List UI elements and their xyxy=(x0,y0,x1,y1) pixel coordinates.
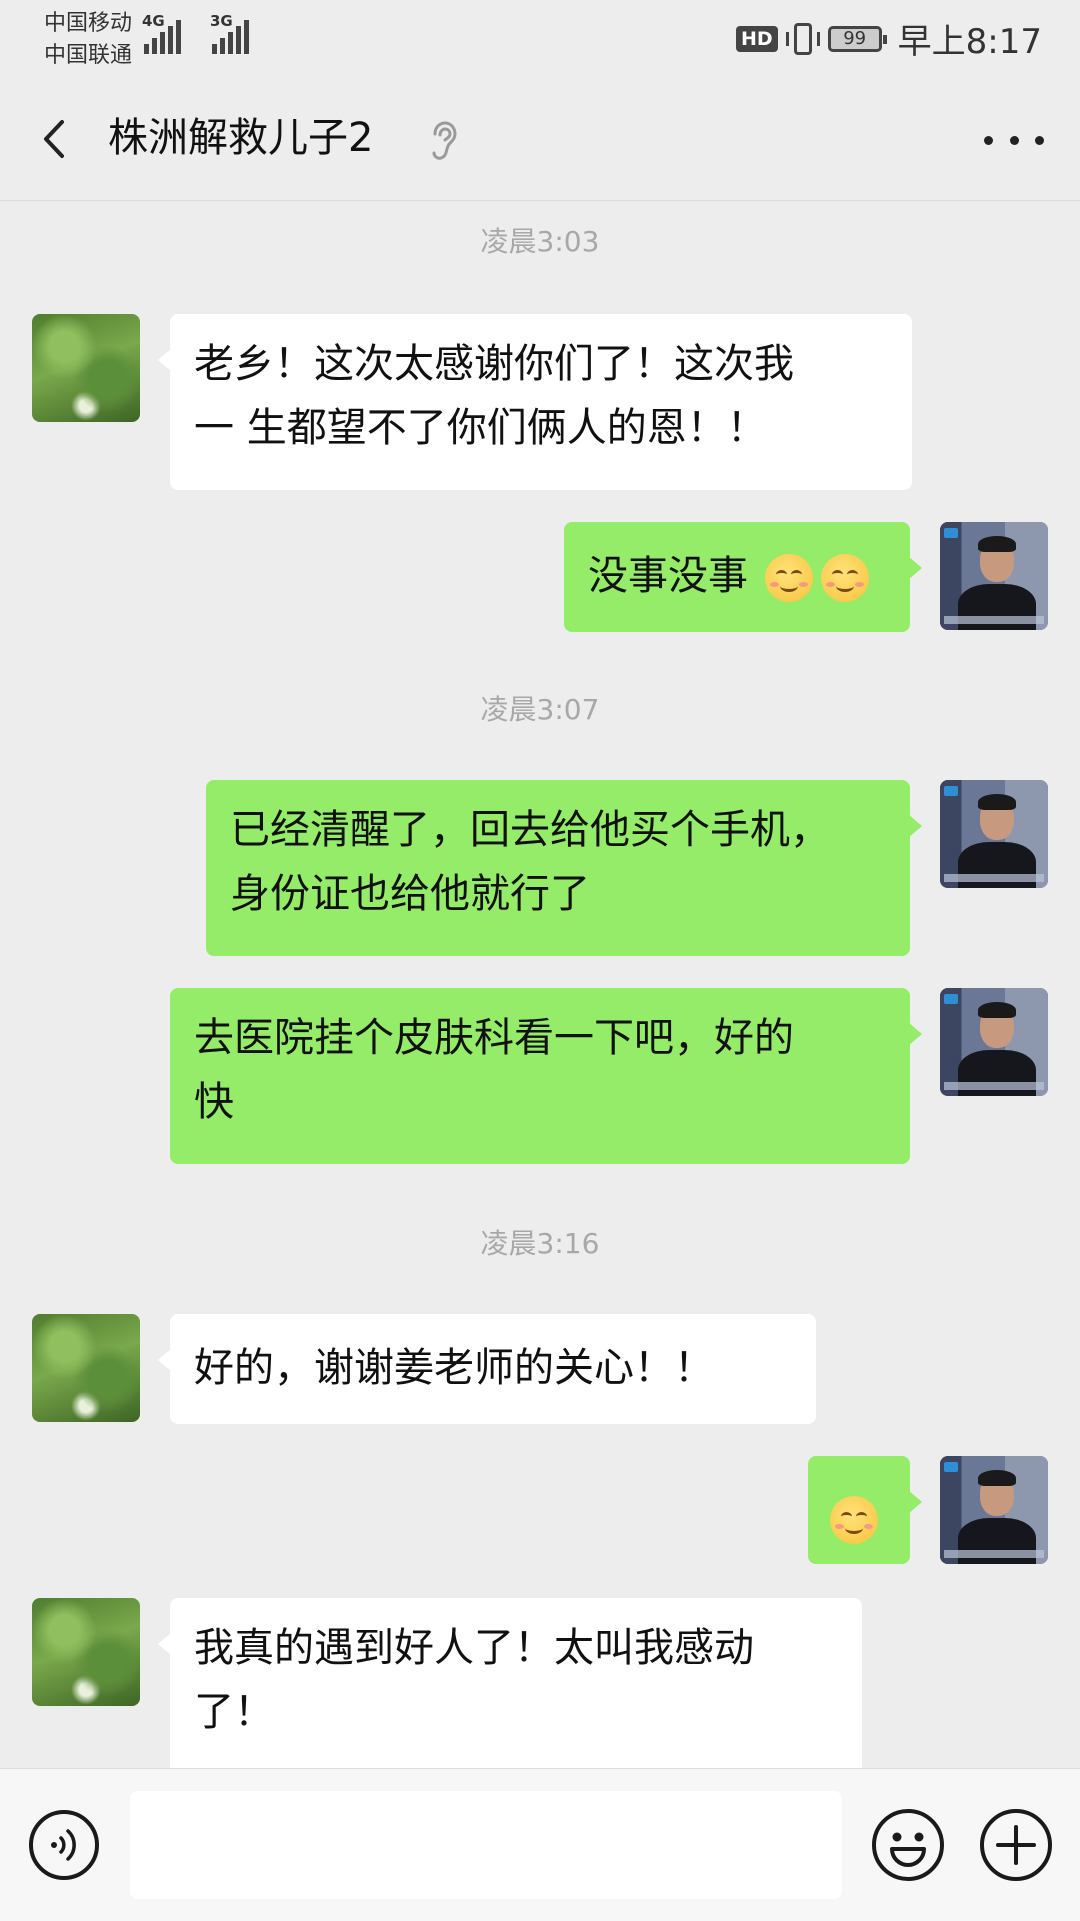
carrier-1: 中国移动 xyxy=(44,11,133,36)
ear-icon[interactable] xyxy=(428,120,458,162)
carrier-2: 中国联通 xyxy=(44,43,133,68)
contact-avatar[interactable] xyxy=(32,1314,140,1422)
vibrate-icon xyxy=(785,22,820,55)
message-bubble-outgoing[interactable]: 已经清醒了，回去给他买个手机， 身份证也给他就行了 xyxy=(206,780,922,956)
message-line: 一 生都望不了你们俩人的恩！！ xyxy=(194,405,767,451)
message-bubble-incoming[interactable]: 好的，谢谢姜老师的关心！！ xyxy=(158,1314,816,1424)
timestamp: 凌晨3:16 xyxy=(480,1227,600,1260)
voice-icon[interactable] xyxy=(28,1809,100,1881)
message-bubble-incoming[interactable]: 老乡！这次太感谢你们了！这次我 一 生都望不了你们俩人的恩！！ xyxy=(158,314,912,490)
message-input[interactable] xyxy=(130,1791,842,1899)
hd-icon: HD xyxy=(735,25,778,52)
message-line: 身份证也给他就行了 xyxy=(230,871,590,917)
chat-title: 株洲解救儿子2 xyxy=(108,115,374,161)
message-bubble-outgoing[interactable]: 去医院挂个皮肤科看一下吧，好的 快 xyxy=(170,988,922,1164)
smile-emoji-icon xyxy=(830,1496,878,1544)
message-text: 好的，谢谢姜老师的关心！！ xyxy=(194,1345,714,1391)
input-bar xyxy=(0,1768,1080,1921)
message-bubble-outgoing[interactable]: 没事没事 xyxy=(564,522,922,632)
message-line: 了！ xyxy=(194,1689,274,1735)
plus-icon[interactable] xyxy=(978,1807,1054,1883)
timestamp: 凌晨3:07 xyxy=(480,693,600,726)
my-avatar[interactable] xyxy=(940,522,1048,630)
my-avatar[interactable] xyxy=(940,1456,1048,1564)
my-avatar[interactable] xyxy=(940,780,1048,888)
signal-3g-icon: 3G xyxy=(210,12,249,54)
battery-icon: 99 xyxy=(827,25,887,52)
timestamp: 凌晨3:03 xyxy=(480,225,600,258)
chat-header: 株洲解救儿子2 xyxy=(0,80,1080,201)
contact-avatar[interactable] xyxy=(32,314,140,422)
message-line: 去医院挂个皮肤科看一下吧，好的 xyxy=(194,1015,794,1061)
message-line: 我真的遇到好人了！太叫我感动 xyxy=(194,1625,754,1671)
status-right: HD 99 早上8:17 xyxy=(735,14,1042,63)
message-text: 没事没事 xyxy=(588,553,748,599)
smile-emoji-icon xyxy=(764,554,813,602)
message-line: 老乡！这次太感谢你们了！这次我 xyxy=(194,341,794,387)
carrier-info: 中国移动 中国联通 xyxy=(44,8,132,72)
net-type-2: 3G xyxy=(210,12,233,30)
net-type-1: 4G xyxy=(142,12,165,30)
message-bubble-incoming[interactable]: 我真的遇到好人了！太叫我感动 了！ xyxy=(158,1598,862,1774)
smile-emoji-icon xyxy=(820,554,869,602)
chevron-left-icon[interactable] xyxy=(32,114,82,164)
status-bar: 中国移动 中国联通 4G 3G HD 99 早上8:17 xyxy=(0,0,1080,80)
contact-avatar[interactable] xyxy=(32,1598,140,1706)
emoji-icon[interactable] xyxy=(870,1807,946,1883)
message-bubble-outgoing[interactable] xyxy=(808,1456,922,1564)
message-line: 快 xyxy=(194,1079,234,1125)
message-line: 已经清醒了，回去给他买个手机， xyxy=(230,807,830,853)
signal-4g-icon: 4G xyxy=(142,12,181,54)
clock: 早上8:17 xyxy=(897,22,1042,62)
my-avatar[interactable] xyxy=(940,988,1048,1096)
more-dots-icon[interactable] xyxy=(984,120,1044,160)
